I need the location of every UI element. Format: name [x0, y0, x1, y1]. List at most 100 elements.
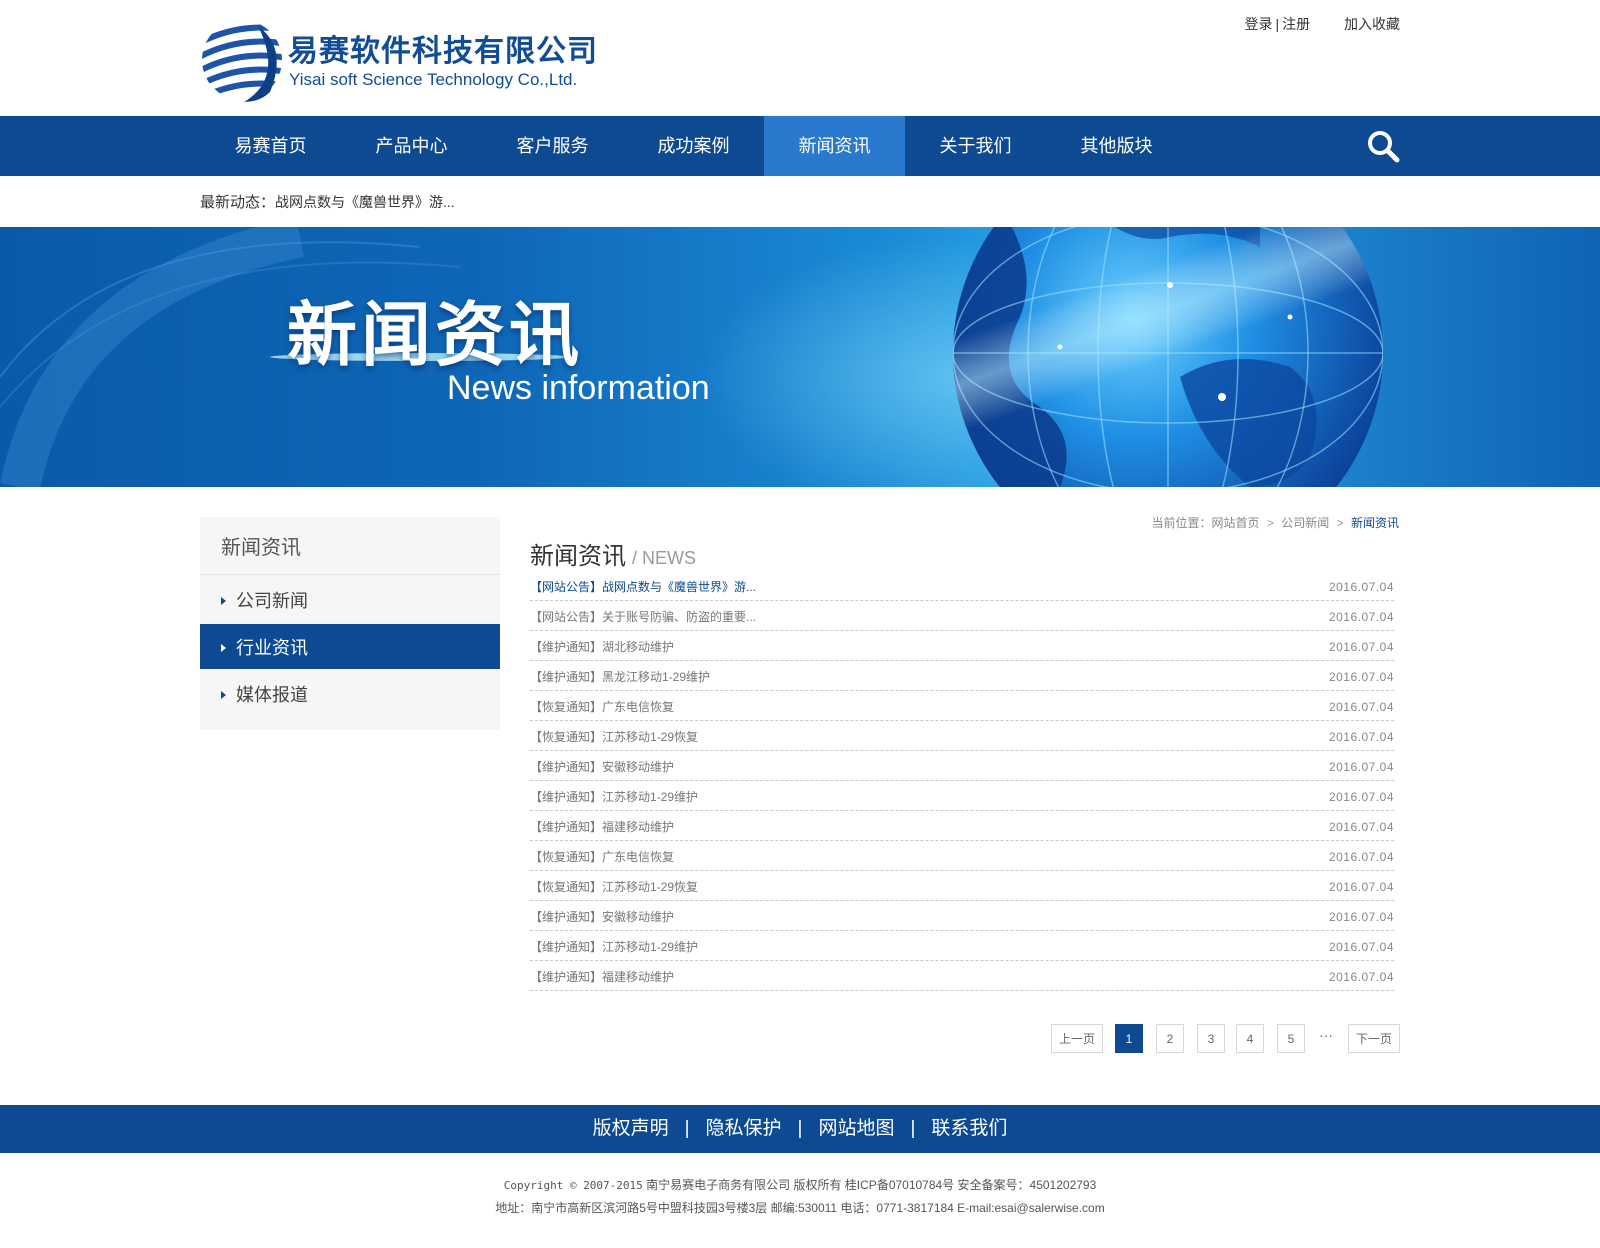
- news-row[interactable]: 【维护通知】福建移动维护 2016.07.04: [530, 961, 1394, 991]
- nav-item-about[interactable]: 关于我们: [905, 116, 1046, 176]
- nav-item-cases[interactable]: 成功案例: [623, 116, 764, 176]
- breadcrumb-company-news[interactable]: 公司新闻: [1281, 516, 1329, 530]
- news-row[interactable]: 【网站公告】战网点数与《魔兽世界》游... 2016.07.04: [530, 571, 1394, 601]
- nav-item-home[interactable]: 易赛首页: [200, 116, 341, 176]
- news-tag: 【网站公告】: [530, 610, 603, 624]
- news-row[interactable]: 【维护通知】江苏移动1-29维护 2016.07.04: [530, 931, 1394, 961]
- sidebar-item-company-news[interactable]: 公司新闻: [200, 577, 500, 622]
- news-tag: 【恢复通知】: [530, 700, 603, 714]
- news-tag: 【网站公告】: [530, 580, 603, 594]
- nav-item-news[interactable]: 新闻资讯: [764, 116, 905, 176]
- breadcrumb-prefix: 当前位置：: [1151, 516, 1212, 530]
- sidebar-item-label: 公司新闻: [236, 591, 308, 611]
- news-row[interactable]: 【维护通知】安徽移动维护 2016.07.04: [530, 751, 1394, 781]
- pager-prev-button[interactable]: 上一页: [1051, 1024, 1103, 1053]
- footer-link-sitemap[interactable]: 网站地图: [818, 1118, 894, 1139]
- news-tag: 【恢复通知】: [530, 850, 603, 864]
- news-title[interactable]: 【恢复通知】江苏移动1-29恢复: [530, 878, 698, 895]
- news-row[interactable]: 【恢复通知】广东电信恢复 2016.07.04: [530, 841, 1394, 871]
- news-title-text: 湖北移动维护: [602, 640, 675, 654]
- news-title[interactable]: 【维护通知】安徽移动维护: [530, 758, 674, 775]
- news-title[interactable]: 【维护通知】福建移动维护: [530, 968, 674, 985]
- footer-separator: |: [797, 1118, 803, 1139]
- sidebar-item-label: 媒体报道: [236, 685, 308, 705]
- news-row[interactable]: 【恢复通知】江苏移动1-29恢复 2016.07.04: [530, 871, 1394, 901]
- news-title[interactable]: 【网站公告】关于账号防骗、防盗的重要...: [530, 608, 756, 625]
- news-title[interactable]: 【维护通知】安徽移动维护: [530, 908, 674, 925]
- search-icon[interactable]: [1366, 129, 1400, 163]
- news-title[interactable]: 【维护通知】江苏移动1-29维护: [530, 788, 698, 805]
- news-title[interactable]: 【维护通知】黑龙江移动1-29维护: [530, 668, 710, 685]
- news-row[interactable]: 【维护通知】湖北移动维护 2016.07.04: [530, 631, 1394, 661]
- news-row[interactable]: 【维护通知】黑龙江移动1-29维护 2016.07.04: [530, 661, 1394, 691]
- news-date: 2016.07.04: [1328, 880, 1394, 894]
- news-title-text: 福建移动维护: [602, 820, 675, 834]
- logo-company-name-cn: 易赛软件科技有限公司: [288, 35, 598, 68]
- copyright-line-1: Copyright © 2007-2015 南宁易赛电子商务有限公司 版权所有 …: [0, 1174, 1600, 1197]
- news-date: 2016.07.04: [1328, 670, 1394, 684]
- copyright-block: Copyright © 2007-2015 南宁易赛电子商务有限公司 版权所有 …: [0, 1174, 1600, 1219]
- news-date: 2016.07.04: [1328, 700, 1394, 714]
- footer-bar: 版权声明 | 隐私保护 | 网站地图 | 联系我们: [0, 1105, 1600, 1153]
- news-title[interactable]: 【维护通知】湖北移动维护: [530, 638, 674, 655]
- pager-page-1[interactable]: 1: [1115, 1024, 1143, 1053]
- news-tag: 【维护通知】: [530, 790, 603, 804]
- news-tag: 【维护通知】: [530, 910, 603, 924]
- news-tag: 【维护通知】: [530, 940, 603, 954]
- footer-separator: |: [910, 1118, 916, 1139]
- news-title-text: 安徽移动维护: [602, 910, 675, 924]
- news-title[interactable]: 【维护通知】江苏移动1-29维护: [530, 938, 698, 955]
- news-tag: 【恢复通知】: [530, 880, 603, 894]
- add-favorite-link[interactable]: 加入收藏: [1344, 16, 1400, 32]
- news-date: 2016.07.04: [1328, 940, 1394, 954]
- nav-item-products[interactable]: 产品中心: [341, 116, 482, 176]
- company-logo[interactable]: 易赛软件科技有限公司 Yisai soft Science Technology…: [200, 18, 600, 102]
- news-date: 2016.07.04: [1328, 850, 1394, 864]
- sidebar-item-media-reports[interactable]: 媒体报道: [200, 671, 500, 716]
- nav-item-other[interactable]: 其他版块: [1046, 116, 1187, 176]
- pager-page-3[interactable]: 3: [1197, 1024, 1225, 1053]
- triangle-right-icon: [221, 597, 226, 605]
- main-nav: 易赛首页 产品中心 客户服务 成功案例 新闻资讯 关于我们 其他版块: [0, 116, 1600, 176]
- pager-page-4[interactable]: 4: [1236, 1024, 1264, 1053]
- breadcrumb-home[interactable]: 网站首页: [1212, 516, 1260, 530]
- section-title-cn: 新闻资讯: [530, 543, 626, 570]
- pager-next-button[interactable]: 下一页: [1348, 1024, 1400, 1053]
- news-title-text: 广东电信恢复: [602, 700, 675, 714]
- pager-page-2[interactable]: 2: [1156, 1024, 1184, 1053]
- chevron-right-icon: >: [1266, 516, 1274, 530]
- news-row[interactable]: 【维护通知】江苏移动1-29维护 2016.07.04: [530, 781, 1394, 811]
- news-title[interactable]: 【维护通知】福建移动维护: [530, 818, 674, 835]
- ticker-news-link[interactable]: 战网点数与《魔兽世界》游...: [275, 194, 455, 210]
- news-title[interactable]: 【恢复通知】广东电信恢复: [530, 848, 674, 865]
- top-links: 登录 | 注册 加入收藏: [1244, 14, 1400, 34]
- news-date: 2016.07.04: [1328, 790, 1394, 804]
- footer-link-contact[interactable]: 联系我们: [931, 1118, 1007, 1139]
- news-row[interactable]: 【恢复通知】广东电信恢复 2016.07.04: [530, 691, 1394, 721]
- register-link[interactable]: 注册: [1282, 16, 1310, 32]
- footer-link-copyright[interactable]: 版权声明: [593, 1118, 669, 1139]
- breadcrumb: 当前位置：网站首页 > 公司新闻 > 新闻资讯: [1152, 514, 1399, 531]
- copyright-company: 南宁易赛电子商务有限公司 版权所有 桂ICP备07010784号 安全备案号：4…: [646, 1178, 1097, 1192]
- news-row[interactable]: 【维护通知】安徽移动维护 2016.07.04: [530, 901, 1394, 931]
- news-tag: 【维护通知】: [530, 970, 603, 984]
- news-title[interactable]: 【恢复通知】江苏移动1-29恢复: [530, 728, 698, 745]
- pager-page-5[interactable]: 5: [1277, 1024, 1305, 1053]
- news-title[interactable]: 【网站公告】战网点数与《魔兽世界》游...: [530, 578, 756, 595]
- news-row[interactable]: 【维护通知】福建移动维护 2016.07.04: [530, 811, 1394, 841]
- sidebar-item-industry-news[interactable]: 行业资讯: [200, 624, 500, 669]
- footer-link-privacy[interactable]: 隐私保护: [706, 1118, 782, 1139]
- footer-separator: |: [684, 1118, 690, 1139]
- news-row[interactable]: 【网站公告】关于账号防骗、防盗的重要... 2016.07.04: [530, 601, 1394, 631]
- sidebar-title: 新闻资讯: [200, 517, 500, 575]
- news-title-text: 广东电信恢复: [602, 850, 675, 864]
- banner-globe-graphic: [0, 227, 1383, 487]
- latest-news-ticker: 最新动态：战网点数与《魔兽世界》游...: [200, 176, 455, 228]
- news-title[interactable]: 【恢复通知】广东电信恢复: [530, 698, 674, 715]
- copyright-line-2: 地址：南宁市高新区滨河路5号中盟科技园3号楼3层 邮编:530011 电话：07…: [495, 1201, 1105, 1215]
- login-link[interactable]: 登录: [1244, 16, 1272, 32]
- news-title-text: 江苏移动1-29恢复: [602, 880, 699, 894]
- nav-item-service[interactable]: 客户服务: [482, 116, 623, 176]
- news-row[interactable]: 【恢复通知】江苏移动1-29恢复 2016.07.04: [530, 721, 1394, 751]
- news-title-text: 安徽移动维护: [602, 760, 675, 774]
